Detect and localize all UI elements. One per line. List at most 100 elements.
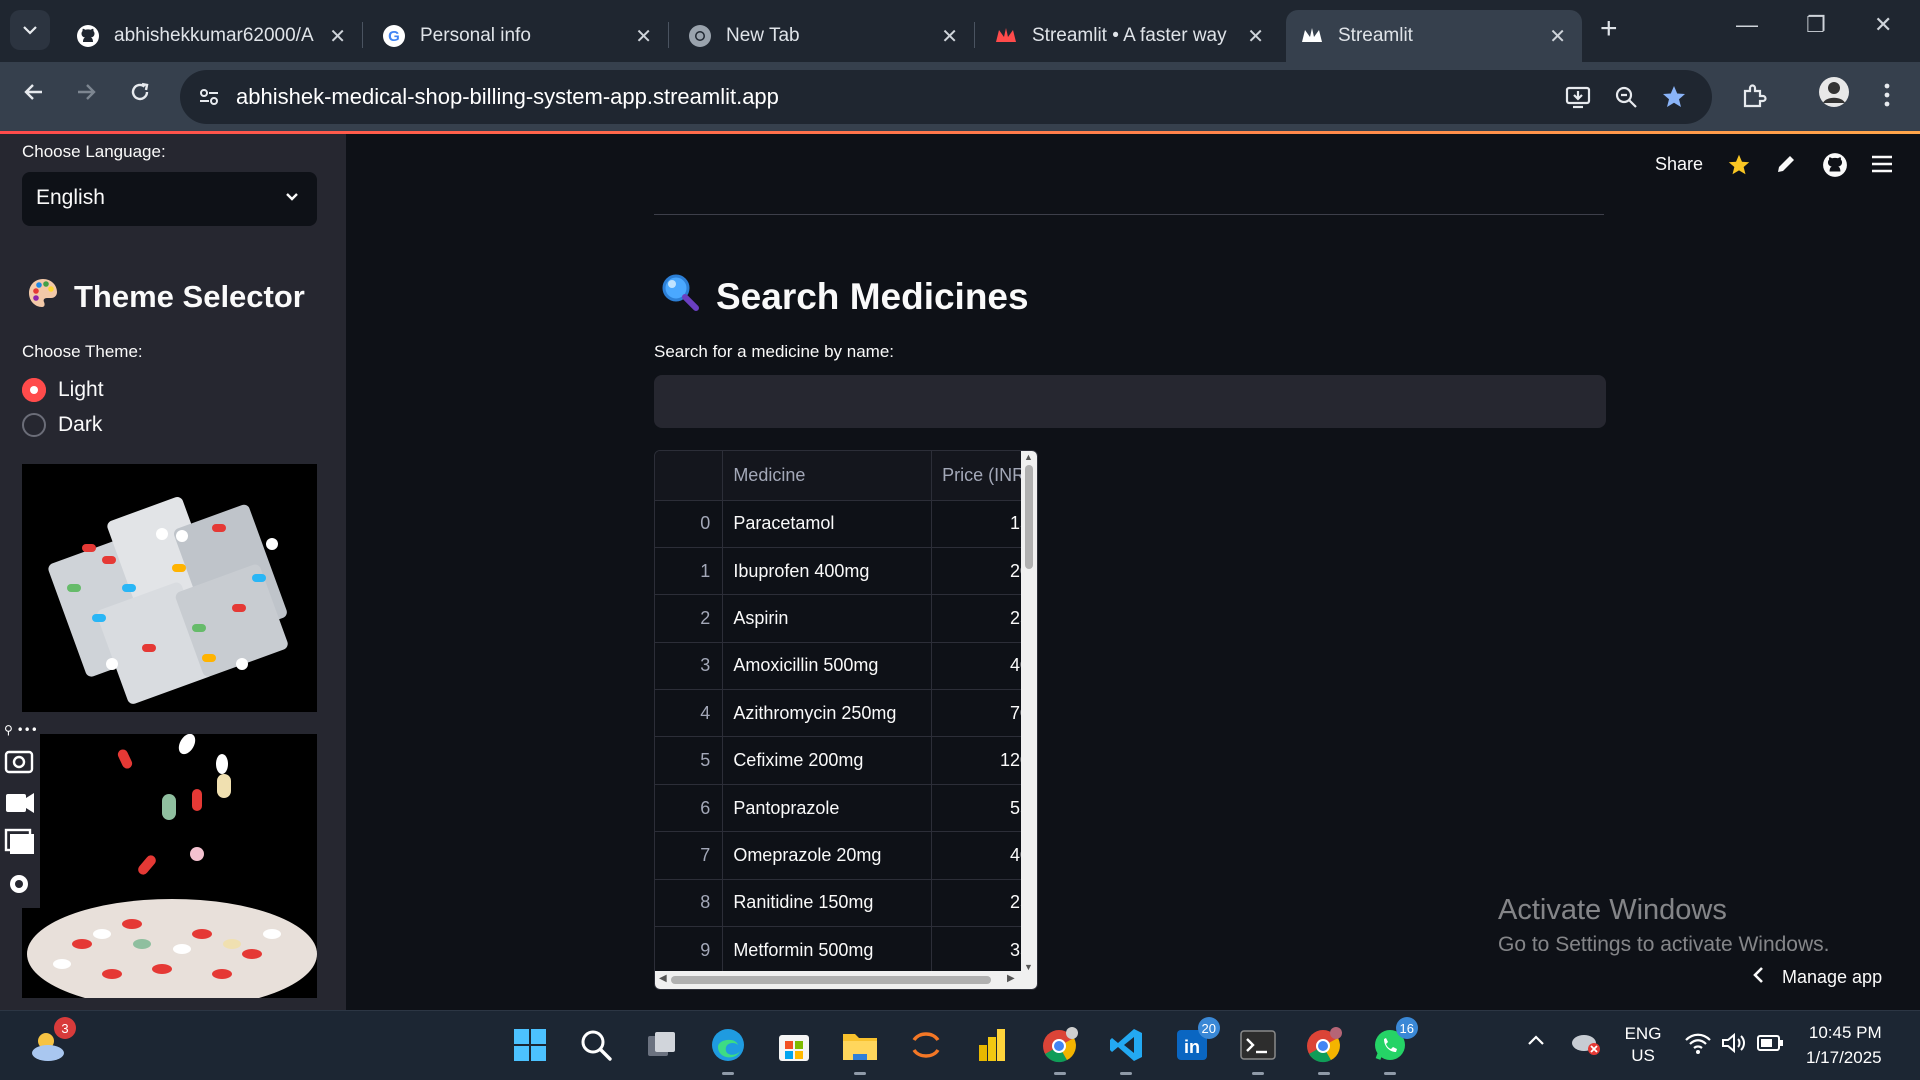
tab-streamlit-docs[interactable]: Streamlit • A faster way to ✕ xyxy=(980,10,1280,62)
medicine-cell[interactable]: Aspirin xyxy=(722,594,933,643)
price-cell[interactable]: 40 xyxy=(931,831,1035,880)
extensions-icon[interactable] xyxy=(1740,82,1768,115)
minimize-button[interactable]: — xyxy=(1736,12,1758,38)
volume-icon[interactable] xyxy=(1720,1031,1746,1060)
taskbar-chrome-profile[interactable] xyxy=(1040,1025,1080,1075)
bookmark-star-icon[interactable] xyxy=(1660,83,1688,116)
scroll-left-arrow-icon[interactable]: ◀ xyxy=(659,973,667,984)
price-cell[interactable]: 25 xyxy=(931,594,1035,643)
onedrive-error-icon[interactable] xyxy=(1570,1029,1602,1062)
theme-radio-dark[interactable]: Dark xyxy=(22,413,102,437)
taskbar-jupyter[interactable] xyxy=(906,1025,946,1065)
price-cell[interactable]: 40 xyxy=(931,642,1035,691)
medicine-cell[interactable]: Ranitidine 150mg xyxy=(722,879,933,928)
reload-button[interactable] xyxy=(128,80,152,111)
tab-github[interactable]: abhishekkumar62000/AB ✕ xyxy=(62,10,362,62)
install-app-icon[interactable] xyxy=(1564,83,1592,116)
medicine-column-header[interactable]: Medicine xyxy=(722,451,933,501)
hamburger-menu-icon[interactable] xyxy=(1870,154,1894,179)
medicine-cell[interactable]: Omeprazole 20mg xyxy=(722,831,933,880)
camera-icon[interactable] xyxy=(4,746,36,776)
taskbar-powerbi[interactable] xyxy=(972,1025,1012,1065)
edit-pencil-icon[interactable] xyxy=(1774,152,1798,181)
medicine-table[interactable]: Medicine Price (INR 0 Paracetamol 15 1 Ibup… xyxy=(654,450,1038,990)
medicine-cell[interactable]: Ibuprofen 400mg xyxy=(722,547,933,596)
taskbar-store[interactable] xyxy=(774,1025,814,1065)
table-row[interactable]: 9 Metformin 500mg 35 xyxy=(655,926,1035,975)
price-cell[interactable]: 25 xyxy=(931,879,1035,928)
window-close-button[interactable]: ✕ xyxy=(1874,12,1892,38)
scrollbar-thumb[interactable] xyxy=(671,976,991,984)
taskbar-linkedin[interactable]: in 20 xyxy=(1172,1017,1220,1065)
table-row[interactable]: 4 Azithromycin 250mg 70 xyxy=(655,689,1035,738)
medicine-cell[interactable]: Metformin 500mg xyxy=(722,926,933,975)
table-row[interactable]: 5 Cefixime 200mg 120 xyxy=(655,736,1035,785)
table-row[interactable]: 1 Ibuprofen 400mg 20 xyxy=(655,547,1035,596)
close-icon[interactable]: ✕ xyxy=(635,24,652,49)
taskbar-vscode[interactable] xyxy=(1106,1025,1146,1075)
start-button[interactable] xyxy=(510,1025,550,1065)
medicine-search-input[interactable] xyxy=(654,375,1606,428)
index-column-header[interactable] xyxy=(655,451,724,501)
taskbar-edge[interactable] xyxy=(708,1025,748,1075)
manage-app-button[interactable]: Manage app xyxy=(1752,966,1882,989)
taskbar-terminal[interactable] xyxy=(1238,1025,1278,1075)
tab-personal-info[interactable]: G Personal info ✕ xyxy=(368,10,668,62)
tab-search-button[interactable] xyxy=(10,10,50,50)
table-row[interactable]: 6 Pantoprazole 55 xyxy=(655,784,1035,833)
price-cell[interactable]: 70 xyxy=(931,689,1035,738)
video-camera-icon[interactable] xyxy=(4,788,36,818)
price-cell[interactable]: 35 xyxy=(931,926,1035,975)
profile-avatar[interactable] xyxy=(1818,76,1850,113)
weather-widget[interactable]: 3 xyxy=(28,1017,76,1065)
tab-new-tab[interactable]: New Tab ✕ xyxy=(674,10,974,62)
table-row[interactable]: 7 Omeprazole 20mg 40 xyxy=(655,831,1035,880)
address-bar[interactable]: abhishek-medical-shop-billing-system-app… xyxy=(180,70,1712,124)
window-capture-icon[interactable] xyxy=(4,826,36,856)
scroll-right-arrow-icon[interactable]: ▶ xyxy=(1007,973,1015,984)
browser-menu-icon[interactable] xyxy=(1882,82,1892,113)
close-icon[interactable]: ✕ xyxy=(1549,24,1566,49)
star-icon[interactable] xyxy=(1726,152,1752,183)
table-row[interactable]: 3 Amoxicillin 500mg 40 xyxy=(655,642,1035,691)
taskbar-file-explorer[interactable] xyxy=(840,1025,880,1075)
taskbar-search-button[interactable] xyxy=(576,1025,616,1065)
chevron-up-icon[interactable] xyxy=(1526,1033,1546,1052)
settings-gear-icon[interactable] xyxy=(4,868,36,898)
close-icon[interactable]: ✕ xyxy=(329,24,346,49)
battery-icon[interactable] xyxy=(1756,1033,1784,1058)
new-tab-button[interactable]: + xyxy=(1600,12,1618,46)
scroll-up-arrow-icon[interactable]: ▲ xyxy=(1024,452,1033,462)
system-clock[interactable]: 10:45 PM 1/17/2025 xyxy=(1806,1020,1882,1070)
language-select[interactable]: English xyxy=(22,172,317,226)
table-row[interactable]: 0 Paracetamol 15 xyxy=(655,500,1035,548)
price-column-header[interactable]: Price (INR xyxy=(931,451,1035,501)
scrollbar-thumb[interactable] xyxy=(1025,465,1033,569)
medicine-cell[interactable]: Paracetamol xyxy=(722,500,933,548)
github-icon[interactable] xyxy=(1822,152,1848,183)
table-horizontal-scrollbar[interactable]: ◀ ▶ xyxy=(655,971,1037,989)
medicine-cell[interactable]: Amoxicillin 500mg xyxy=(722,642,933,691)
table-row[interactable]: 2 Aspirin 25 xyxy=(655,594,1035,643)
input-language-indicator[interactable]: ENG US xyxy=(1618,1023,1668,1067)
price-cell[interactable]: 120 xyxy=(931,736,1035,785)
share-button[interactable]: Share xyxy=(1655,154,1703,175)
zoom-icon[interactable] xyxy=(1612,83,1640,116)
taskbar-chrome[interactable] xyxy=(1304,1025,1344,1075)
close-icon[interactable]: ✕ xyxy=(941,24,958,49)
forward-button[interactable] xyxy=(74,80,98,111)
recorder-options-icon[interactable] xyxy=(4,718,40,738)
task-view-button[interactable] xyxy=(642,1025,682,1065)
wifi-icon[interactable] xyxy=(1684,1031,1712,1060)
restore-button[interactable]: ❐ xyxy=(1806,12,1826,38)
close-icon[interactable]: ✕ xyxy=(1247,24,1264,49)
back-button[interactable] xyxy=(22,80,46,111)
tab-streamlit-active[interactable]: Streamlit ✕ xyxy=(1286,10,1582,62)
price-cell[interactable]: 55 xyxy=(931,784,1035,833)
taskbar-whatsapp[interactable]: 16 xyxy=(1370,1017,1418,1075)
price-cell[interactable]: 20 xyxy=(931,547,1035,596)
price-cell[interactable]: 15 xyxy=(931,500,1035,548)
theme-radio-light[interactable]: Light xyxy=(22,378,104,402)
table-vertical-scrollbar[interactable]: ▲ ▼ xyxy=(1021,451,1037,973)
medicine-cell[interactable]: Pantoprazole xyxy=(722,784,933,833)
